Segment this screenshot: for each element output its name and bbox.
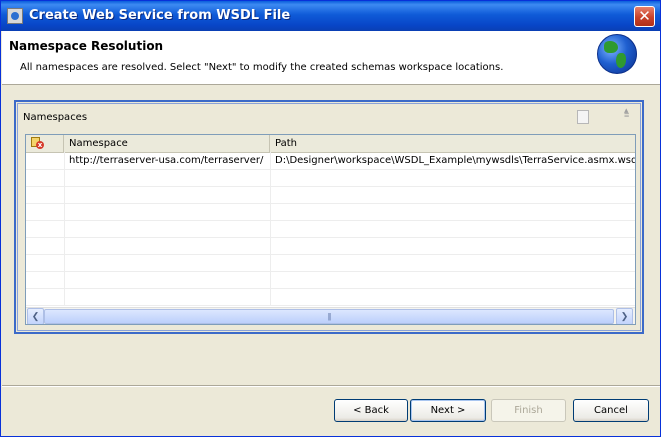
path-cell: D:\Designer\workspace\WSDL_Example\mywsd… (275, 155, 635, 166)
table-row[interactable]: http://terraserver-usa.com/terraserver/ … (26, 153, 635, 170)
button-separator (2, 385, 660, 387)
column-header-path[interactable]: Path (270, 135, 635, 152)
table-row-empty (26, 187, 635, 204)
back-button[interactable]: < Back (334, 399, 408, 422)
column-header-status[interactable]: x (26, 135, 64, 152)
table-row-empty (26, 272, 635, 289)
table-row-empty (26, 170, 635, 187)
copy-icon[interactable] (577, 110, 589, 124)
table-row-empty (26, 238, 635, 255)
namespace-cell: http://terraserver-usa.com/terraserver/ (69, 155, 264, 166)
app-icon (7, 8, 23, 24)
close-button[interactable]: ✕ (634, 6, 655, 27)
window-title: Create Web Service from WSDL File (29, 8, 291, 23)
finish-button[interactable]: Finish (491, 399, 566, 422)
dialog-window: Create Web Service from WSDL File ✕ Name… (0, 0, 661, 437)
scroll-left-button[interactable]: ❮ (27, 308, 44, 324)
page-title: Namespace Resolution (9, 39, 164, 53)
horizontal-scrollbar[interactable]: ❮ ||| ❯ (26, 307, 635, 324)
table-row-empty (26, 289, 635, 306)
globe-icon (597, 34, 637, 74)
page-description: All namespaces are resolved. Select "Nex… (20, 62, 504, 73)
column-header-namespace[interactable]: Namespace (64, 135, 270, 152)
namespaces-table[interactable]: x Namespace Path http://terraserver-usa.… (25, 134, 636, 325)
namespaces-panel: Namespaces ▴ ≡ x Namespace Path http://te… (14, 100, 644, 334)
scroll-right-button[interactable]: ❯ (616, 308, 633, 324)
namespaces-label: Namespaces (23, 112, 88, 123)
title-bar[interactable]: Create Web Service from WSDL File ✕ (1, 1, 660, 31)
wizard-banner: Namespace Resolution All namespaces are … (2, 31, 660, 85)
view-menu-icon[interactable]: ▴ ≡ (624, 106, 634, 122)
table-row-empty (26, 221, 635, 238)
table-row-empty (26, 204, 635, 221)
cancel-button[interactable]: Cancel (573, 399, 649, 422)
scroll-thumb[interactable]: ||| (44, 309, 614, 324)
status-error-icon: x (31, 137, 44, 149)
table-row-empty (26, 255, 635, 272)
table-header: x Namespace Path (26, 135, 635, 153)
next-button[interactable]: Next > (410, 399, 486, 422)
